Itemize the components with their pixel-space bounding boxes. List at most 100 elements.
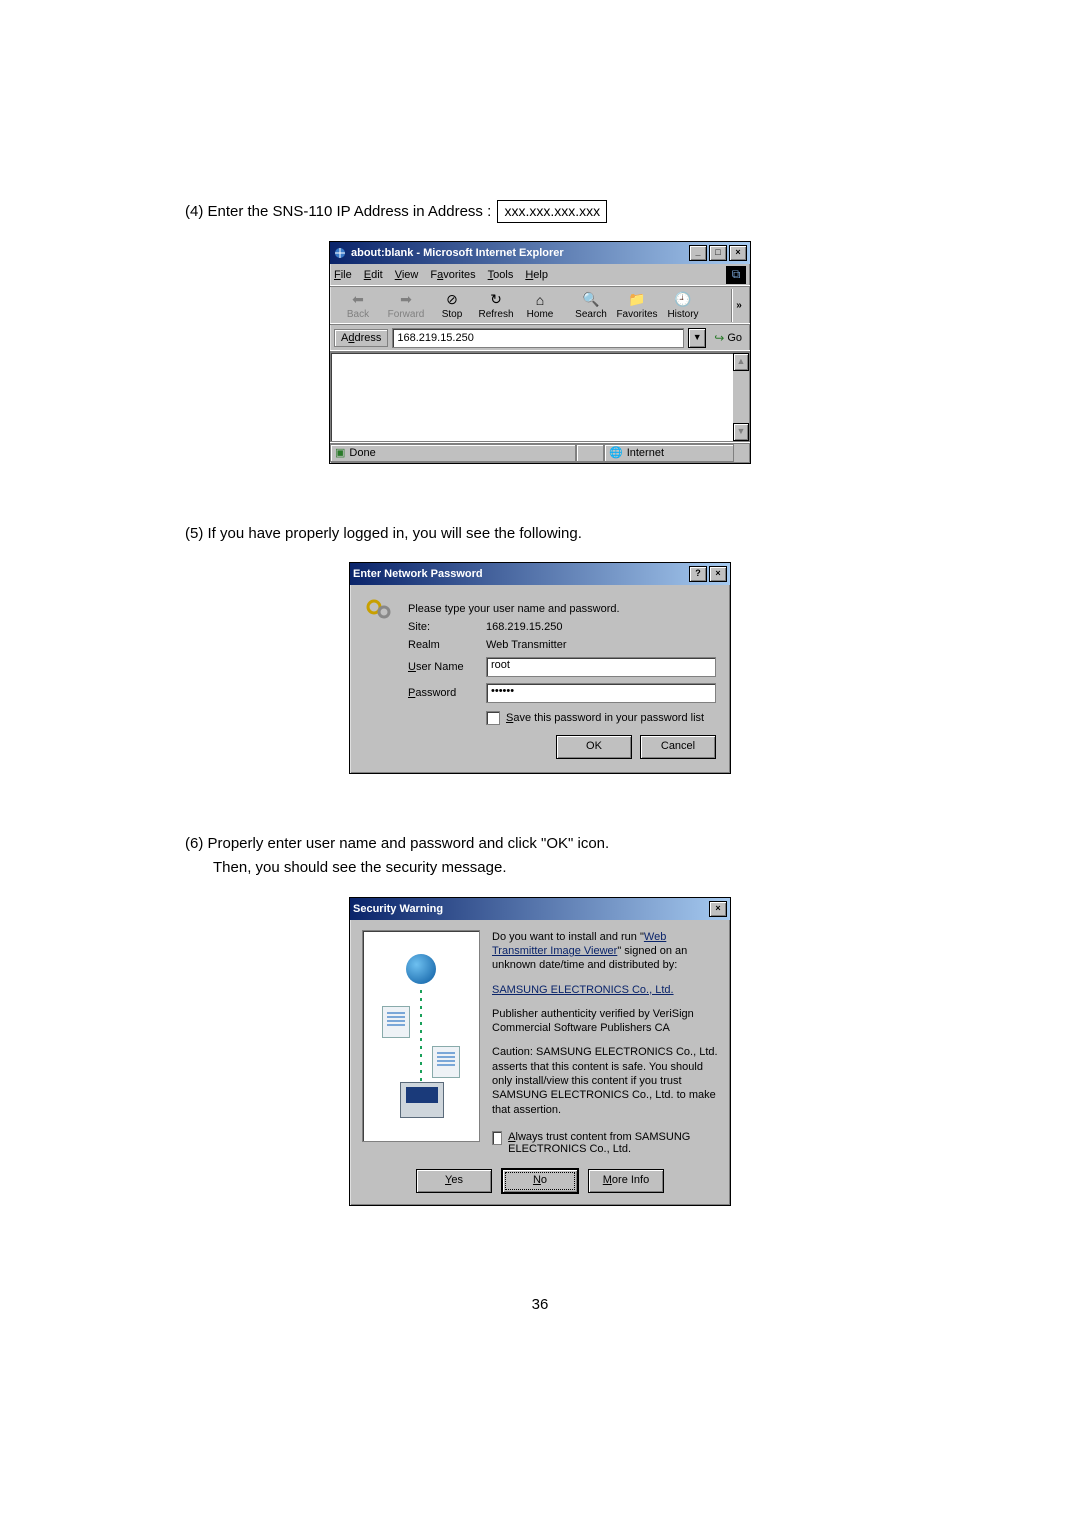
stop-button[interactable]: ⊘ Stop bbox=[430, 289, 474, 322]
address-dropdown[interactable]: ▼ bbox=[688, 328, 706, 348]
forward-button[interactable]: ➡ Forward bbox=[382, 289, 430, 322]
sec-caution-text: Caution: SAMSUNG ELECTRONICS Co., Ltd. a… bbox=[492, 1045, 718, 1116]
menu-help[interactable]: Help bbox=[525, 269, 548, 281]
forward-label: Forward bbox=[388, 309, 425, 320]
menu-file[interactable]: File bbox=[334, 269, 352, 281]
sec-title: Security Warning bbox=[353, 903, 709, 915]
username-label: User Name bbox=[408, 661, 486, 673]
ie-toolbar: ⬅ Back ➡ Forward ⊘ Stop ↻ Refresh ⌂ Home… bbox=[330, 287, 750, 325]
maximize-button[interactable]: □ bbox=[709, 245, 727, 261]
address-label: Address bbox=[334, 329, 388, 347]
menu-favorites[interactable]: Favorites bbox=[430, 269, 475, 281]
done-icon: ▣ bbox=[335, 446, 345, 459]
ie-throbber-icon: ⧉ bbox=[726, 266, 746, 284]
forward-arrow-icon: ➡ bbox=[396, 291, 416, 309]
go-icon: ↪ bbox=[714, 331, 724, 345]
step6b-text: Then, you should see the security messag… bbox=[213, 858, 895, 878]
sec-body: Do you want to install and run "Web Tran… bbox=[350, 920, 730, 1161]
stop-icon: ⊘ bbox=[442, 291, 462, 309]
history-label: History bbox=[667, 309, 698, 320]
search-icon: 🔍 bbox=[581, 291, 601, 309]
password-input[interactable]: •••••• bbox=[486, 683, 716, 703]
favorites-icon: 📁 bbox=[627, 291, 647, 309]
pw-prompt: Please type your user name and password. bbox=[408, 603, 620, 615]
refresh-button[interactable]: ↻ Refresh bbox=[474, 289, 518, 322]
cancel-button[interactable]: Cancel bbox=[640, 735, 716, 759]
step4-text: (4) Enter the SNS-110 IP Address in Addr… bbox=[185, 200, 895, 223]
pw-title: Enter Network Password bbox=[353, 568, 689, 580]
close-button[interactable]: × bbox=[729, 245, 747, 261]
address-bar: Address 168.219.15.250 ▼ ↪ Go bbox=[330, 325, 750, 352]
ip-placeholder-box: xxx.xxx.xxx.xxx bbox=[497, 200, 607, 223]
address-input[interactable]: 168.219.15.250 bbox=[392, 328, 684, 348]
minimize-button[interactable]: _ bbox=[689, 245, 707, 261]
stop-label: Stop bbox=[442, 309, 463, 320]
toolbar-overflow[interactable]: » bbox=[731, 289, 746, 322]
status-pane-done: ▣ Done bbox=[330, 444, 576, 462]
go-button[interactable]: ↪ Go bbox=[710, 331, 746, 345]
scroll-down-arrow[interactable]: ▼ bbox=[733, 423, 749, 441]
home-icon: ⌂ bbox=[530, 291, 550, 309]
ie-menubar: File Edit View Favorites Tools Help ⧉ bbox=[330, 264, 750, 287]
ie-titlebar: about:blank - Microsoft Internet Explore… bbox=[330, 242, 750, 264]
ie-window: about:blank - Microsoft Internet Explore… bbox=[329, 241, 751, 464]
save-password-checkbox[interactable] bbox=[486, 711, 500, 725]
go-label: Go bbox=[727, 332, 742, 344]
step6a-text: (6) Properly enter user name and passwor… bbox=[185, 834, 895, 854]
step5-text: (5) If you have properly logged in, you … bbox=[185, 524, 895, 544]
menu-view[interactable]: View bbox=[395, 269, 419, 281]
scroll-up-arrow[interactable]: ▲ bbox=[733, 353, 749, 371]
status-pane-zone: 🌐 Internet bbox=[604, 444, 734, 462]
status-zone-text: Internet bbox=[627, 447, 664, 459]
ie-content-area: ▲ ▼ bbox=[330, 352, 750, 442]
yes-button[interactable]: Yes bbox=[416, 1169, 492, 1193]
realm-label: Realm bbox=[408, 639, 486, 651]
sec-buttons: Yes No More Info bbox=[350, 1161, 730, 1205]
password-label: Password bbox=[408, 687, 486, 699]
status-pane-empty bbox=[576, 444, 604, 462]
site-label: Site: bbox=[408, 621, 486, 633]
menu-tools[interactable]: Tools bbox=[488, 269, 514, 281]
certificate-art bbox=[362, 930, 480, 1142]
status-done-text: Done bbox=[349, 447, 375, 459]
password-value: •••••• bbox=[491, 685, 514, 697]
address-value: 168.219.15.250 bbox=[397, 332, 473, 344]
favorites-button[interactable]: 📁 Favorites bbox=[613, 289, 661, 322]
always-trust-checkbox[interactable] bbox=[492, 1131, 502, 1145]
help-button[interactable]: ? bbox=[689, 566, 707, 582]
sec-titlebar: Security Warning × bbox=[350, 898, 730, 920]
sec-verified-text: Publisher authenticity verified by VeriS… bbox=[492, 1007, 718, 1036]
globe-icon: 🌐 bbox=[609, 446, 623, 459]
close-button[interactable]: × bbox=[709, 566, 727, 582]
favorites-label: Favorites bbox=[616, 309, 657, 320]
sec-link-publisher[interactable]: SAMSUNG ELECTRONICS Co., Ltd. bbox=[492, 984, 674, 996]
sec-text: Do you want to install and run "Web Tran… bbox=[492, 930, 718, 1155]
document-icon bbox=[432, 1046, 460, 1078]
computer-icon bbox=[400, 1082, 444, 1118]
home-label: Home bbox=[527, 309, 554, 320]
history-button[interactable]: 🕘 History bbox=[661, 289, 705, 322]
menu-edit[interactable]: Edit bbox=[364, 269, 383, 281]
realm-value: Web Transmitter bbox=[486, 639, 567, 651]
site-value: 168.219.15.250 bbox=[486, 621, 562, 633]
back-button[interactable]: ⬅ Back bbox=[334, 289, 382, 322]
security-warning-dialog: Security Warning × Do you want to instal… bbox=[349, 897, 731, 1206]
password-dialog: Enter Network Password ? × Please type y… bbox=[349, 562, 731, 774]
close-button[interactable]: × bbox=[709, 901, 727, 917]
globe-icon bbox=[406, 954, 436, 984]
ie-app-icon bbox=[333, 246, 347, 260]
search-label: Search bbox=[575, 309, 607, 320]
username-value: root bbox=[491, 659, 510, 671]
vertical-scrollbar[interactable]: ▲ ▼ bbox=[733, 353, 749, 441]
home-button[interactable]: ⌂ Home bbox=[518, 289, 562, 322]
ie-title: about:blank - Microsoft Internet Explore… bbox=[351, 247, 689, 259]
no-button[interactable]: No bbox=[502, 1169, 578, 1193]
ok-button[interactable]: OK bbox=[556, 735, 632, 759]
save-password-label: Save this password in your password list bbox=[506, 712, 704, 724]
username-input[interactable]: root bbox=[486, 657, 716, 677]
page-number: 36 bbox=[185, 1296, 895, 1313]
back-label: Back bbox=[347, 309, 369, 320]
search-button[interactable]: 🔍 Search bbox=[569, 289, 613, 322]
step4-prefix: (4) Enter the SNS-110 IP Address in Addr… bbox=[185, 203, 495, 220]
more-info-button[interactable]: More Info bbox=[588, 1169, 664, 1193]
